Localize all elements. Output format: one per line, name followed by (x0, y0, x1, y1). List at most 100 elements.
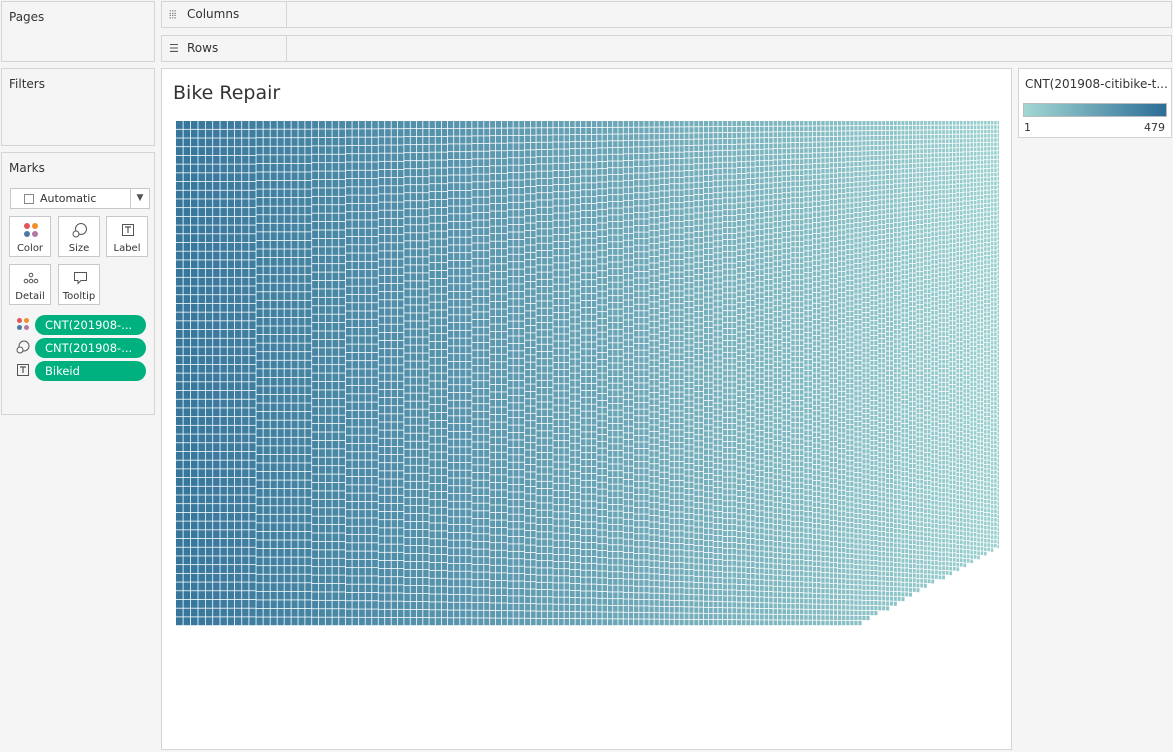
treemap-cell (423, 449, 429, 457)
treemap-cell (472, 319, 478, 327)
treemap-cell (318, 558, 325, 567)
treemap-cell (359, 278, 365, 286)
treemap-cell (190, 303, 198, 312)
treemap-cell (613, 585, 618, 592)
treemap-cell (618, 181, 623, 188)
treemap-cell (277, 334, 284, 343)
treemap-cell (490, 407, 496, 415)
treemap-cell (501, 565, 507, 573)
treemap-cell (466, 152, 472, 160)
treemap-cell (454, 346, 460, 354)
treemap-cell (190, 617, 198, 626)
treemap-cell (519, 388, 525, 395)
treemap-cell (460, 540, 466, 548)
detail-button[interactable]: Detail (9, 264, 51, 305)
treemap-cell (213, 329, 220, 338)
treemap-cell (242, 155, 249, 164)
treemap-cell (542, 496, 547, 503)
treemap-cell (472, 549, 478, 557)
treemap-cell (519, 276, 525, 284)
treemap-cell (423, 601, 429, 610)
treemap-cell (530, 325, 536, 333)
treemap-cell (391, 145, 398, 153)
treemap-cell (623, 559, 629, 566)
treemap-cell (378, 560, 385, 569)
treemap-cell (318, 600, 325, 609)
treemap-cell (513, 314, 519, 321)
treemap-cell (558, 291, 564, 299)
mark-type-dropdown[interactable]: Automatic ▼ (10, 188, 150, 209)
treemap-cell (277, 275, 284, 283)
treemap-cell (435, 334, 442, 342)
treemap-cell (586, 605, 591, 612)
treemap-cell (547, 207, 553, 214)
treemap-cell (519, 603, 525, 611)
treemap-cell (213, 138, 220, 147)
treemap-cell (220, 582, 227, 591)
pages-card[interactable]: Pages (1, 1, 155, 62)
treemap-cell (385, 422, 391, 430)
treemap-cell (602, 482, 608, 489)
treemap-cell (597, 250, 602, 257)
treemap-cell (291, 249, 298, 258)
rows-shelf[interactable]: ☰ Rows (161, 35, 1172, 62)
treemap-cell (553, 377, 559, 384)
treemap-cell (513, 514, 519, 522)
treemap-cell (205, 530, 213, 539)
treemap-cell (242, 312, 249, 321)
treemap-cell (435, 302, 442, 310)
treemap-cell (623, 333, 629, 340)
treemap-cell (397, 568, 404, 577)
treemap-chart[interactable] (176, 121, 999, 626)
treemap-cell (613, 235, 618, 242)
treemap-cell (634, 173, 639, 180)
treemap-cell (291, 232, 298, 241)
treemap-cell (385, 463, 391, 471)
filters-title: Filters (9, 77, 45, 91)
treemap-cell (284, 514, 291, 523)
treemap-cell (536, 344, 542, 352)
label-pill[interactable]: Bikeid (35, 361, 146, 381)
treemap-cell (618, 424, 623, 430)
treemap-cell (205, 321, 213, 330)
treemap-cell (490, 452, 496, 460)
treemap-cells[interactable] (176, 121, 999, 626)
color-pill[interactable]: CNT(201908-... (35, 315, 146, 335)
treemap-cell (519, 239, 525, 247)
treemap-cell (183, 390, 191, 399)
treemap-cell (639, 586, 644, 593)
treemap-cell (365, 178, 372, 187)
treemap-cell (460, 556, 466, 564)
tooltip-button[interactable]: Tooltip (58, 264, 100, 305)
treemap-cell (397, 121, 404, 129)
treemap-cell (634, 586, 639, 593)
treemap-cell (558, 284, 564, 291)
treemap-cell (613, 262, 618, 269)
treemap-cell (639, 239, 644, 245)
treemap-cell (416, 233, 423, 241)
treemap-cell (634, 462, 639, 468)
treemap-cell (416, 161, 423, 169)
treemap-cell (478, 373, 484, 381)
color-button[interactable]: Color (9, 216, 51, 257)
treemap-cell (542, 424, 547, 431)
filters-card[interactable]: Filters (1, 68, 155, 146)
treemap-cell (570, 604, 575, 612)
treemap-cell (318, 508, 325, 516)
treemap-cell (198, 556, 205, 565)
treemap-cell (607, 289, 613, 296)
treemap-cell (435, 121, 442, 129)
treemap-cell (277, 138, 284, 146)
chevron-down-icon[interactable]: ▼ (130, 189, 149, 208)
treemap-cell (597, 482, 602, 489)
treemap-cell (198, 321, 205, 330)
size-pill[interactable]: CNT(201908-... (35, 338, 146, 358)
treemap-cell (234, 451, 242, 460)
size-button[interactable]: Size (58, 216, 100, 257)
color-dots-icon (24, 223, 38, 237)
treemap-cell (553, 298, 559, 306)
treemap-cell (176, 164, 183, 173)
label-button[interactable]: Label (106, 216, 148, 257)
columns-shelf[interactable]: ⦙⦙⦙ Columns (161, 1, 1172, 28)
treemap-cell (441, 618, 448, 626)
